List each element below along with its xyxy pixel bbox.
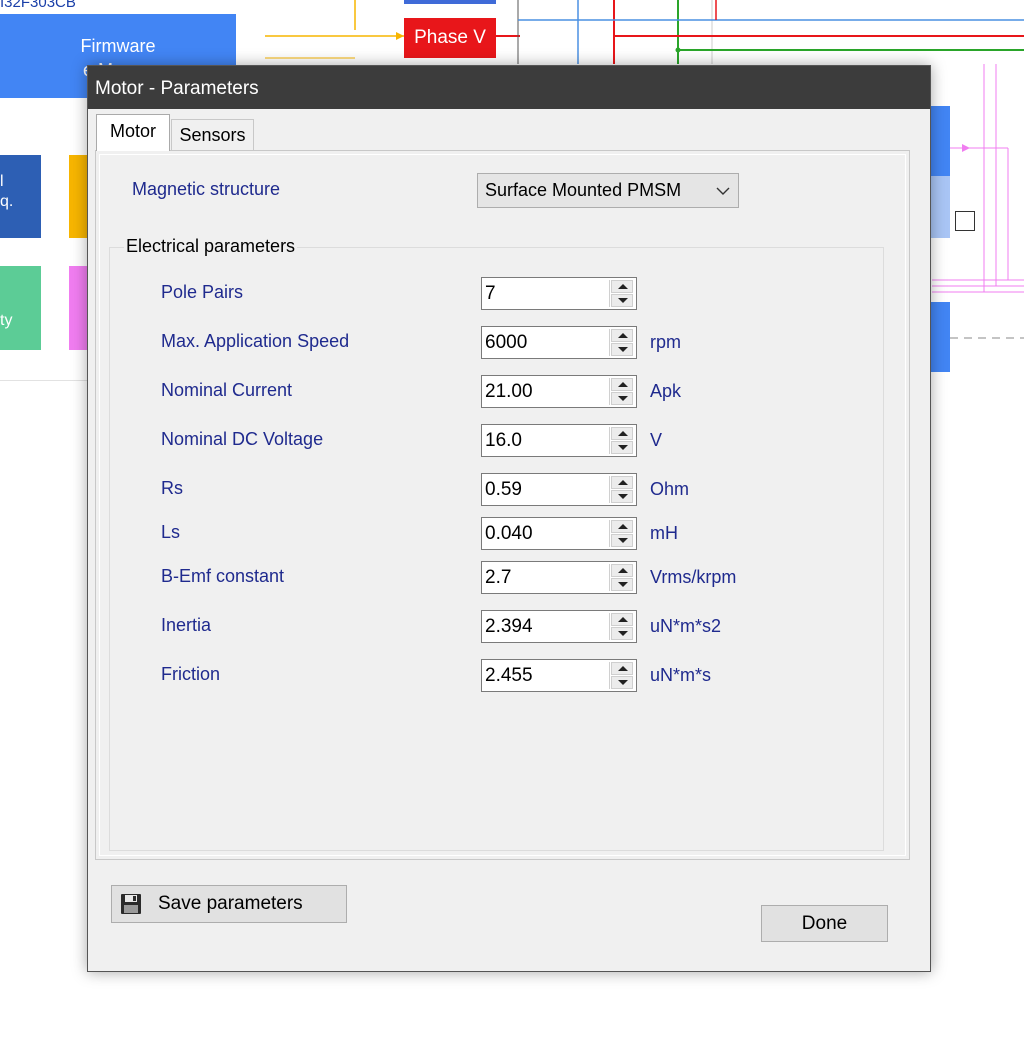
electrical-parameters-title: Electrical parameters	[124, 236, 298, 257]
right-block-mid	[930, 176, 950, 238]
floppy-disk-icon	[121, 894, 141, 914]
spinner-buttons	[609, 427, 634, 454]
arrow-up-icon[interactable]	[611, 427, 633, 440]
arrow-up-icon[interactable]	[611, 280, 633, 293]
save-parameters-button[interactable]: Save parameters	[111, 885, 347, 923]
spinner-value[interactable]: 6000	[485, 327, 527, 358]
arrow-down-icon[interactable]	[611, 534, 633, 547]
arrow-down-icon[interactable]	[611, 392, 633, 405]
spinner-buttons	[609, 378, 634, 405]
param-unit: uN*m*s	[650, 665, 712, 685]
pole-pairs-spinner[interactable]: 7	[481, 277, 637, 310]
chevron-down-icon	[716, 187, 730, 195]
right-block-top[interactable]	[930, 106, 950, 176]
spinner-buttons	[609, 476, 634, 503]
rs-spinner[interactable]: 0.59	[481, 473, 637, 506]
spinner-value[interactable]: 0.040	[485, 518, 533, 549]
save-button-label: Save parameters	[158, 893, 303, 914]
param-label: Max. Application Speed	[161, 331, 350, 351]
spinner-value[interactable]: 2.394	[485, 611, 533, 642]
spinner-buttons	[609, 564, 634, 591]
arrow-down-icon[interactable]	[611, 676, 633, 689]
ls-spinner[interactable]: 0.040	[481, 517, 637, 550]
dialog-title[interactable]: Motor - Parameters	[88, 66, 930, 109]
arrow-up-icon[interactable]	[611, 564, 633, 577]
param-unit: V	[650, 430, 663, 450]
nominal-current-spinner[interactable]: 21.00	[481, 375, 637, 408]
spinner-value[interactable]: 21.00	[485, 376, 533, 407]
param-label: Inertia	[161, 615, 212, 635]
spinner-value[interactable]: 2.7	[485, 562, 511, 593]
max-speed-spinner[interactable]: 6000	[481, 326, 637, 359]
arrow-down-icon[interactable]	[611, 343, 633, 356]
magnetic-structure-select[interactable]: Surface Mounted PMSM	[477, 173, 739, 208]
right-block-bottom[interactable]	[930, 302, 950, 372]
param-unit: rpm	[650, 332, 681, 352]
arrow-up-icon[interactable]	[611, 662, 633, 675]
spinner-value[interactable]: 7	[485, 278, 496, 309]
spinner-buttons	[609, 280, 634, 307]
background-checkbox[interactable]	[955, 211, 975, 231]
tab-motor[interactable]: Motor	[96, 114, 170, 151]
spinner-buttons	[609, 329, 634, 356]
param-unit: Vrms/krpm	[650, 567, 737, 587]
done-button[interactable]: Done	[761, 905, 888, 942]
arrow-up-icon[interactable]	[611, 378, 633, 391]
tab-sensors[interactable]: Sensors	[171, 119, 254, 151]
spinner-buttons	[609, 662, 634, 689]
spinner-value[interactable]: 0.59	[485, 474, 522, 505]
param-label: Rs	[161, 478, 183, 498]
inertia-spinner[interactable]: 2.394	[481, 610, 637, 643]
arrow-down-icon[interactable]	[611, 578, 633, 591]
param-unit: uN*m*s2	[650, 616, 722, 636]
spinner-buttons	[609, 520, 634, 547]
param-unit: Ohm	[650, 479, 690, 499]
arrow-down-icon[interactable]	[611, 627, 633, 640]
arrow-down-icon[interactable]	[611, 441, 633, 454]
arrow-down-icon[interactable]	[611, 490, 633, 503]
nominal-dc-voltage-spinner[interactable]: 16.0	[481, 424, 637, 457]
param-unit: Apk	[650, 381, 682, 401]
spinner-value[interactable]: 2.455	[485, 660, 533, 691]
param-label: B-Emf constant	[161, 566, 285, 586]
magnetic-structure-label: Magnetic structure	[132, 179, 281, 199]
friction-spinner[interactable]: 2.455	[481, 659, 637, 692]
param-label: Ls	[161, 522, 181, 542]
motor-parameters-dialog: Motor - Parameters Motor Sensors Magneti…	[87, 65, 931, 972]
arrow-up-icon[interactable]	[611, 476, 633, 489]
param-label: Pole Pairs	[161, 282, 244, 302]
param-label: Nominal Current	[161, 380, 293, 400]
spinner-buttons	[609, 613, 634, 640]
phase-v-block[interactable]: Phase V	[404, 18, 496, 58]
arrow-up-icon[interactable]	[611, 329, 633, 342]
param-label: Friction	[161, 664, 221, 684]
param-label: Nominal DC Voltage	[161, 429, 324, 449]
spinner-value[interactable]: 16.0	[485, 425, 522, 456]
arrow-up-icon[interactable]	[611, 613, 633, 626]
arrow-up-icon[interactable]	[611, 520, 633, 533]
bemf-spinner[interactable]: 2.7	[481, 561, 637, 594]
param-unit: mH	[650, 523, 678, 543]
arrow-down-icon[interactable]	[611, 294, 633, 307]
magnetic-structure-value: Surface Mounted PMSM	[485, 180, 682, 200]
